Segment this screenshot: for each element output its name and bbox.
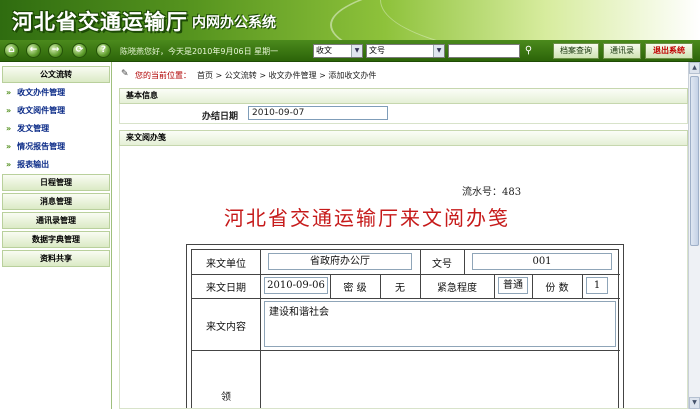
- reading-form-heading: 来文阅办笺: [119, 130, 688, 146]
- contacts-button[interactable]: 通讯录: [603, 43, 641, 59]
- chevron-down-icon: ▼: [433, 45, 444, 57]
- doc-number-field[interactable]: 001: [472, 253, 612, 270]
- sidebar-section-dictionary[interactable]: 数据字典管理: [2, 231, 110, 248]
- search-icon[interactable]: ⚲: [522, 44, 535, 58]
- copies-field[interactable]: 1: [586, 277, 608, 294]
- document-table-grid: 来文单位 省政府办公厅 文号 001 来文日期 2010-09-06 密 级 无…: [191, 249, 620, 408]
- table-rule: [464, 250, 465, 274]
- breadcrumb: ✎ 您的当前位置： 首页 > 公文流转 > 收文办件管理 > 添加收文办件: [113, 67, 688, 83]
- chevron-right-icon: »: [6, 124, 12, 133]
- field-select-value: 文号: [369, 46, 385, 55]
- content-textarea[interactable]: 建设和谐社会: [264, 301, 616, 347]
- serial-value: 483: [502, 187, 522, 198]
- leader-comment-label: 领: [221, 392, 231, 403]
- banner-decoration: [380, 0, 700, 40]
- chevron-right-icon: »: [6, 88, 12, 97]
- urgency-select[interactable]: 普通: [498, 277, 528, 294]
- form-title: 河北省交通运输厅来文阅办笺: [224, 206, 510, 230]
- refresh-icon[interactable]: ⟳: [72, 43, 87, 58]
- forward-arrow-icon[interactable]: →: [48, 43, 63, 58]
- table-rule: [582, 274, 583, 298]
- reading-form-area: 流水号：483 河北省交通运输厅来文阅办笺 来文单位 省政府办公厅 文号 001…: [119, 146, 688, 409]
- sidebar-section-document-flow[interactable]: 公文流转: [2, 66, 110, 83]
- from-unit-field[interactable]: 省政府办公厅: [268, 253, 412, 270]
- sidebar-item-incoming-handling[interactable]: » 收文办件管理: [6, 84, 110, 101]
- header-banner: 河北省交通运输厅 内网办公系统: [0, 0, 700, 40]
- location-icon: ✎: [121, 69, 129, 79]
- serial-label: 流水号：: [462, 187, 502, 198]
- sidebar-item-report-export[interactable]: » 报表输出: [6, 156, 110, 173]
- app-title: 河北省交通运输厅: [12, 10, 188, 34]
- table-rule: [260, 250, 261, 408]
- breadcrumb-label: 您的当前位置：: [135, 71, 191, 80]
- home-icon[interactable]: ⌂: [4, 43, 19, 58]
- table-rule: [494, 274, 495, 298]
- field-select[interactable]: 文号 ▼: [366, 44, 445, 58]
- incoming-date-field[interactable]: 2010-09-06: [264, 277, 328, 294]
- serial-number: 流水号：483: [462, 183, 521, 198]
- sidebar-section-contacts[interactable]: 通讯录管理: [2, 212, 110, 229]
- sidebar: 公文流转 » 收文办件管理 » 收文阅件管理 » 发文管理 » 情况报告管理 » 报表输出…: [0, 62, 112, 409]
- sidebar-item-situation-report[interactable]: » 情况报告管理: [6, 138, 110, 155]
- logout-button[interactable]: 退出系统: [645, 43, 693, 59]
- greeting-text: 陈晓燕您好，今天是2010年9月06日 星期一: [120, 47, 279, 56]
- breadcrumb-path: 首页 > 公文流转 > 收文办件管理 > 添加收文办件: [197, 71, 377, 80]
- scroll-up-icon[interactable]: ▲: [689, 62, 700, 74]
- incoming-date-label: 来文日期: [206, 283, 246, 294]
- copies-label: 份 数: [545, 283, 569, 294]
- sidebar-item-outgoing[interactable]: » 发文管理: [6, 120, 110, 137]
- toolbar: ⌂ ← → ⟳ ? 陈晓燕您好，今天是2010年9月06日 星期一 收文 ▼ 文…: [0, 40, 700, 62]
- sidebar-section-shared-files[interactable]: 资料共享: [2, 250, 110, 267]
- table-rule: [192, 350, 620, 351]
- archive-search-button[interactable]: 档案查询: [553, 43, 599, 59]
- search-input[interactable]: [448, 44, 520, 58]
- chevron-right-icon: »: [6, 142, 12, 151]
- app-subtitle: 内网办公系统: [192, 15, 276, 31]
- table-rule: [192, 298, 620, 299]
- chevron-right-icon: »: [6, 160, 12, 169]
- secrecy-value[interactable]: 无: [380, 279, 420, 294]
- content-label: 来文内容: [206, 322, 246, 333]
- back-arrow-icon[interactable]: ←: [26, 43, 41, 58]
- sidebar-section-messages[interactable]: 消息管理: [2, 193, 110, 210]
- sidebar-item-incoming-reading[interactable]: » 收文阅件管理: [6, 102, 110, 119]
- chevron-down-icon: ▼: [351, 45, 362, 57]
- main-content: ✎ 您的当前位置： 首页 > 公文流转 > 收文办件管理 > 添加收文办件 基本…: [113, 62, 688, 409]
- sidebar-section-schedule[interactable]: 日程管理: [2, 174, 110, 191]
- scrollbar-thumb[interactable]: [690, 76, 699, 246]
- category-select-value: 收文: [316, 46, 332, 55]
- help-icon[interactable]: ?: [96, 43, 111, 58]
- doc-number-label: 文号: [432, 259, 452, 270]
- secrecy-label: 密 级: [343, 283, 367, 294]
- vertical-scrollbar[interactable]: ▲ ▼: [688, 62, 700, 409]
- completion-date-field[interactable]: 2010-09-07: [248, 106, 388, 120]
- completion-date-label: 办结日期: [202, 112, 239, 122]
- completion-date-row: 办结日期 2010-09-07: [119, 104, 688, 124]
- basic-info-heading: 基本信息: [119, 88, 688, 104]
- urgency-label: 紧急程度: [437, 283, 477, 294]
- scroll-down-icon[interactable]: ▼: [689, 397, 700, 409]
- from-unit-label: 来文单位: [206, 259, 246, 270]
- table-rule: [192, 274, 620, 275]
- category-select[interactable]: 收文 ▼: [313, 44, 363, 58]
- chevron-right-icon: »: [6, 106, 12, 115]
- document-table: 来文单位 省政府办公厅 文号 001 来文日期 2010-09-06 密 级 无…: [186, 244, 624, 408]
